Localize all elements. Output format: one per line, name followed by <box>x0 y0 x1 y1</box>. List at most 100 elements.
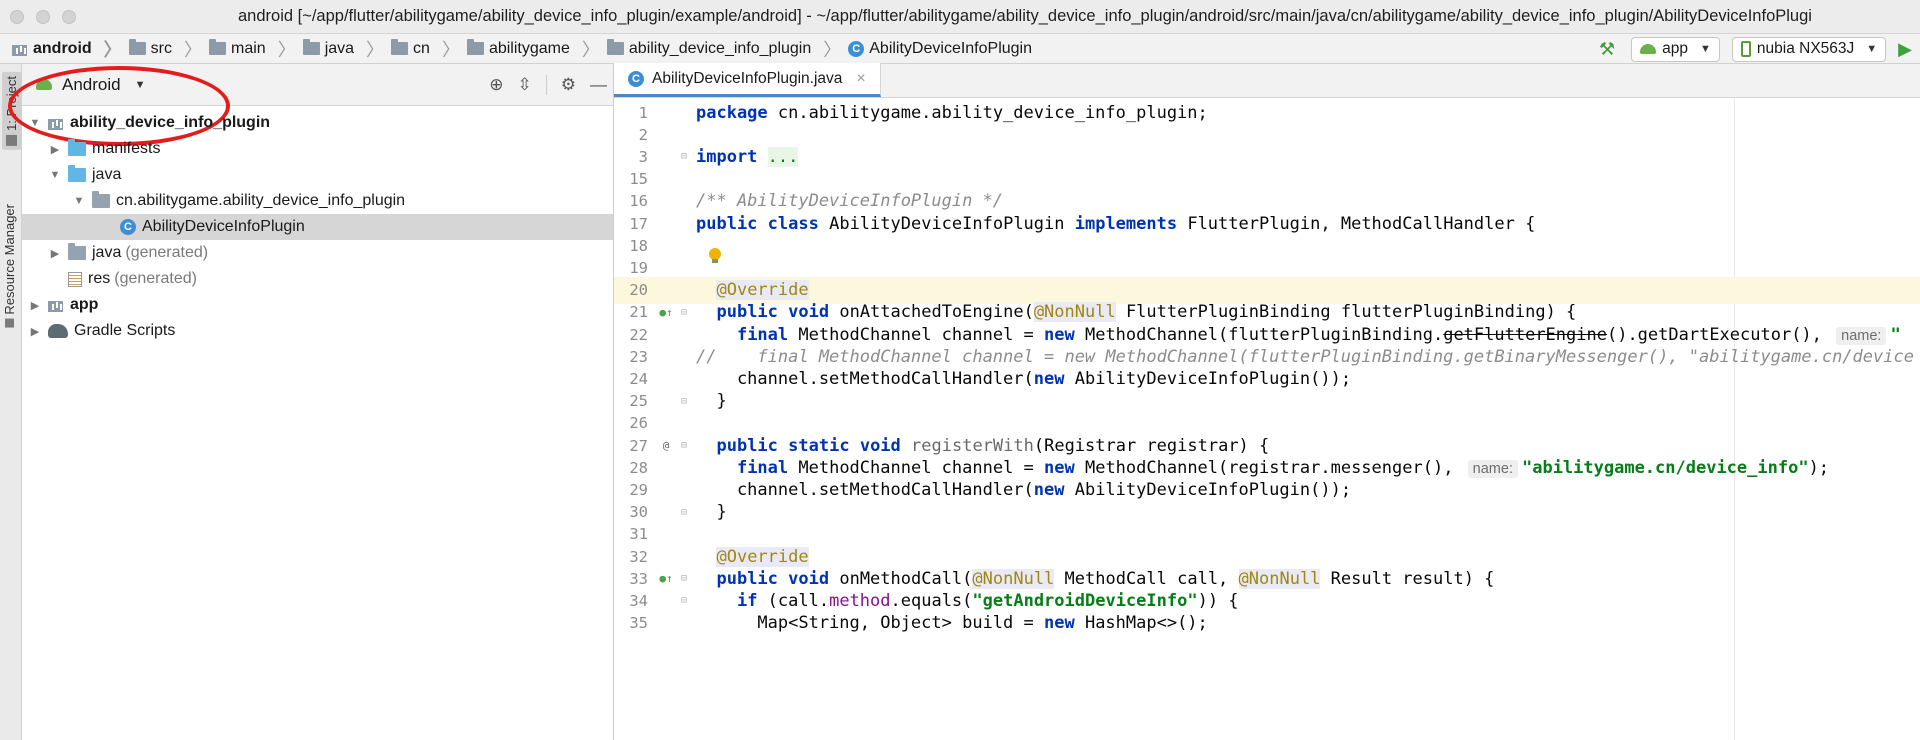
line-number: 29 <box>629 480 648 499</box>
chevron-right-icon[interactable]: ▶ <box>48 247 62 260</box>
project-tool-tab[interactable]: 1: Project <box>2 72 21 150</box>
code-text: final MethodChannel channel = new Method… <box>736 324 1901 345</box>
run-play-icon[interactable]: ▶ <box>1898 39 1912 60</box>
fold-toggle-icon[interactable]: ⊟ <box>678 440 690 451</box>
module-icon <box>12 42 28 56</box>
implements-method-icon[interactable]: ●↑ <box>654 306 678 319</box>
fold-toggle-icon[interactable]: ⊟ <box>678 573 690 584</box>
tree-item-gradle-scripts[interactable]: ▶ Gradle Scripts <box>22 318 613 344</box>
code-text: import ... <box>696 146 799 167</box>
breadcrumb-item-abilitygame[interactable]: abilitygame 〉 <box>466 36 607 62</box>
project-panel: Android ▼ ⊕ ⇳ ⚙ — ▼ ability_device_info_… <box>8 64 614 740</box>
fold-toggle-icon[interactable]: ⊟ <box>678 396 690 407</box>
line-number: 17 <box>629 214 648 233</box>
breadcrumb-item-android[interactable]: android 〉 <box>12 36 129 62</box>
line-number: 34 <box>629 591 648 610</box>
line-number: 33 <box>629 569 648 588</box>
breadcrumb-item-cn[interactable]: cn 〉 <box>391 36 467 62</box>
window-controls <box>10 9 76 24</box>
module-icon <box>48 116 64 130</box>
chevron-right-icon: 〉 <box>441 39 460 60</box>
breadcrumb-item-src[interactable]: src 〉 <box>128 36 209 62</box>
code-text: channel.setMethodCallHandler(new Ability… <box>696 479 1352 500</box>
code-text: channel.setMethodCallHandler(new Ability… <box>696 368 1352 389</box>
minimize-window-button[interactable] <box>36 9 50 24</box>
code-text: public static void registerWith(Registra… <box>716 435 1270 456</box>
zoom-window-button[interactable] <box>62 9 76 24</box>
fold-toggle-icon[interactable]: ⊟ <box>678 151 690 162</box>
line-number: 21 <box>629 303 648 322</box>
code-line-35[interactable]: 35 Map<String, Object> build = new HashM… <box>614 610 1920 637</box>
tree-item-java-generated[interactable]: ▶ java (generated) <box>22 240 613 266</box>
left-tool-strip: 1: Project Resource Manager <box>0 64 22 740</box>
fold-toggle-icon[interactable]: ⊟ <box>678 595 690 606</box>
tree-item-class-selected[interactable]: C AbilityDeviceInfoPlugin <box>22 214 613 240</box>
breadcrumb-item-main[interactable]: main 〉 <box>209 36 303 62</box>
toolbar-divider <box>545 75 547 95</box>
tree-item-app[interactable]: ▶ app <box>22 292 613 318</box>
line-number: 30 <box>629 503 648 522</box>
chevron-down-icon[interactable]: ▼ <box>28 117 42 129</box>
fold-toggle-icon[interactable]: ⊟ <box>678 307 690 318</box>
code-text: public class AbilityDeviceInfoPlugin imp… <box>696 213 1536 234</box>
chevron-right-icon: 〉 <box>366 39 385 60</box>
close-window-button[interactable] <box>10 9 24 24</box>
gradle-elephant-icon <box>48 324 68 338</box>
tree-item-java[interactable]: ▼ java <box>22 162 613 188</box>
resource-manager-tool-tab[interactable]: Resource Manager <box>2 204 17 328</box>
close-icon[interactable]: × <box>856 70 865 88</box>
locate-file-icon[interactable]: ⊕ <box>489 75 503 95</box>
project-panel-tools: ⊕ ⇳ ⚙ — <box>489 64 607 106</box>
device-select[interactable]: nubia NX563J ▼ <box>1731 36 1887 62</box>
tree-item-res-generated[interactable]: res (generated) <box>22 266 613 292</box>
line-number: 23 <box>629 347 648 366</box>
line-number: 24 <box>629 369 648 388</box>
breadcrumb-item-plugin-package[interactable]: ability_device_info_plugin 〉 <box>606 36 848 62</box>
hide-panel-icon[interactable]: — <box>590 75 607 95</box>
title-bar: android [~/app/flutter/abilitygame/abili… <box>0 0 1920 34</box>
class-icon: C <box>848 40 865 57</box>
implements-method-icon[interactable]: ●↑ <box>654 572 678 585</box>
line-number: 19 <box>629 258 648 277</box>
code-area[interactable]: 1 package cn.abilitygame.ability_device_i… <box>614 98 1920 740</box>
folder-icon <box>466 39 484 55</box>
code-text: if (call.method.equals("getAndroidDevice… <box>736 590 1239 611</box>
collapse-all-icon[interactable]: ⇳ <box>518 75 532 95</box>
tree-item-module[interactable]: ▼ ability_device_info_plugin <box>22 110 613 136</box>
breadcrumb: android 〉 src 〉 main 〉 java 〉 cn 〉 abili… <box>12 36 1032 62</box>
code-text: /** AbilityDeviceInfoPlugin */ <box>696 191 1004 212</box>
tab-ability-device-info-plugin[interactable]: C AbilityDeviceInfoPlugin.java × <box>614 63 881 97</box>
line-number: 1 <box>638 103 648 122</box>
overrides-icon[interactable]: @ <box>654 439 678 452</box>
generated-folder-icon <box>68 243 86 260</box>
project-view-mode-select[interactable]: Android ▼ <box>36 75 146 95</box>
run-configuration-select[interactable]: app ▼ <box>1631 36 1720 62</box>
dropdown-arrow-icon: ▼ <box>134 78 146 91</box>
class-icon: C <box>120 219 136 235</box>
breadcrumb-item-class[interactable]: C AbilityDeviceInfoPlugin <box>848 40 1032 58</box>
chevron-right-icon[interactable]: ▶ <box>28 299 42 312</box>
breadcrumb-item-java[interactable]: java 〉 <box>302 36 391 62</box>
build-hammer-icon[interactable]: ⚒ <box>1595 39 1619 60</box>
package-folder-icon <box>606 39 624 55</box>
chevron-down-icon[interactable]: ▼ <box>48 169 62 181</box>
folder-icon <box>128 39 146 55</box>
tree-item-manifests[interactable]: ▶ manifests <box>22 136 613 162</box>
fold-toggle-icon[interactable]: ⊟ <box>678 507 690 518</box>
tree-item-package[interactable]: ▼ cn.abilitygame.ability_device_info_plu… <box>22 188 613 214</box>
line-number: 16 <box>629 192 648 211</box>
resource-manager-icon <box>5 318 14 328</box>
line-number: 26 <box>629 414 648 433</box>
chevron-right-icon[interactable]: ▶ <box>48 143 62 156</box>
android-icon <box>1640 44 1657 54</box>
chevron-right-icon[interactable]: ▶ <box>28 325 42 338</box>
project-tool-icon <box>6 134 17 146</box>
editor-tab-bar: C AbilityDeviceInfoPlugin.java × <box>614 63 1920 98</box>
folder-icon <box>391 39 409 55</box>
gear-icon[interactable]: ⚙ <box>561 75 576 95</box>
code-text: } <box>696 391 727 412</box>
chevron-down-icon[interactable]: ▼ <box>72 195 86 207</box>
code-text: package cn.abilitygame.ability_device_in… <box>696 102 1208 123</box>
code-text: final MethodChannel channel = new Method… <box>736 457 1830 478</box>
folder-icon <box>68 139 86 156</box>
